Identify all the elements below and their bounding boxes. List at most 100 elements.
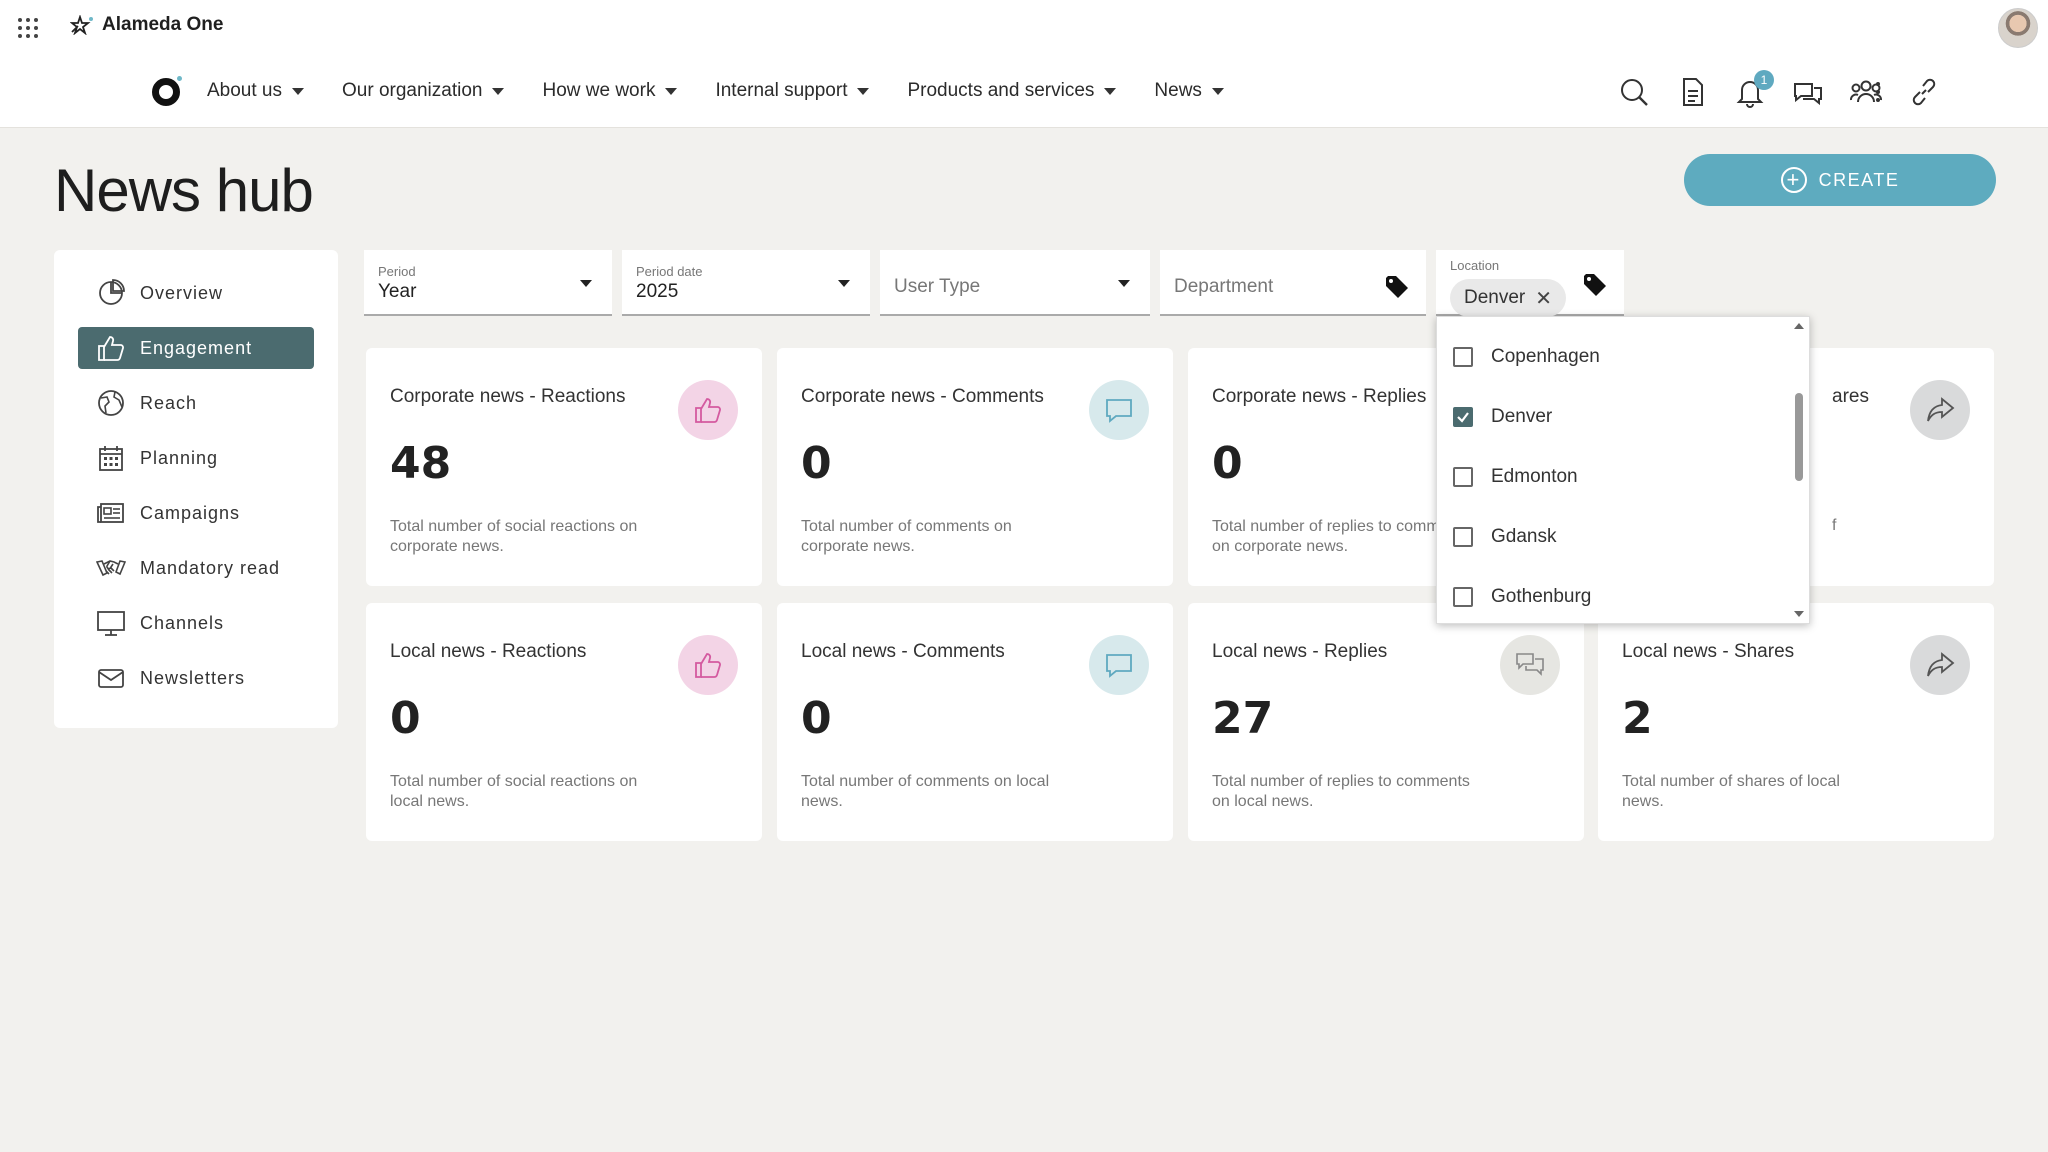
period-date-select[interactable]: Period date 2025 — [622, 250, 870, 316]
user-type-select[interactable]: User Type — [880, 250, 1150, 316]
nav-item-our-organization[interactable]: Our organization — [342, 80, 505, 102]
sidebar-item-channels[interactable]: Channels — [78, 602, 314, 644]
replies-icon — [1500, 635, 1560, 695]
pie-chart-icon — [99, 279, 125, 305]
location-option-gothenburg[interactable]: Gothenburg — [1437, 567, 1787, 627]
envelope-icon — [98, 669, 124, 688]
card-value: 0 — [801, 693, 832, 744]
option-label: Gothenburg — [1491, 586, 1592, 607]
card-description: Total number of social reactions on loca… — [390, 773, 638, 810]
user-avatar[interactable] — [1998, 8, 2038, 48]
nav-item-how-we-work[interactable]: How we work — [542, 80, 678, 102]
remove-chip-icon[interactable]: ✕ — [1535, 286, 1552, 311]
caret-down-icon — [857, 87, 870, 95]
nav-item-products-and-services[interactable]: Products and services — [907, 80, 1117, 102]
location-option-denver[interactable]: Denver — [1437, 387, 1787, 447]
card-description: Total number of replies to comments on c… — [1212, 518, 1470, 555]
thumbs-up-icon — [678, 635, 738, 695]
sidebar-item-label: Channels — [140, 612, 225, 633]
card-corporate-reactions[interactable]: Corporate news - Reactions 48 Total numb… — [366, 348, 762, 586]
location-select[interactable]: Location Denver ✕ — [1436, 250, 1624, 317]
sidebar: Overview Engagement Reach Planning Campa… — [54, 250, 338, 728]
nav-item-about-us[interactable]: About us — [207, 80, 304, 102]
sidebar-item-label: Overview — [140, 282, 224, 303]
option-label: Gdansk — [1491, 526, 1557, 547]
location-chip: Denver ✕ — [1450, 279, 1567, 317]
handshake-icon — [96, 560, 126, 577]
nav-item-label: How we work — [542, 80, 656, 101]
nav-item-internal-support[interactable]: Internal support — [715, 80, 870, 102]
period-select[interactable]: Period Year — [364, 250, 612, 316]
dropdown-scrollbar[interactable] — [1789, 317, 1809, 623]
location-label: Location — [1450, 258, 1500, 273]
thumbs-up-icon — [678, 380, 738, 440]
document-icon[interactable] — [1676, 76, 1708, 108]
location-option-copenhagen[interactable]: Copenhagen — [1437, 327, 1787, 387]
checkbox[interactable] — [1453, 467, 1473, 487]
app-launcher-icon[interactable] — [18, 18, 38, 38]
sidebar-item-label: Newsletters — [140, 667, 246, 688]
card-value: 27 — [1212, 693, 1274, 744]
option-label: Edmonton — [1491, 466, 1578, 487]
period-label: Period — [378, 264, 416, 279]
caret-down-icon — [292, 87, 304, 95]
department-select[interactable]: Department — [1160, 250, 1426, 316]
card-local-replies[interactable]: Local news - Replies 27 Total number of … — [1188, 603, 1584, 841]
card-value: 0 — [390, 693, 421, 744]
create-button-label: CREATE — [1818, 169, 1900, 190]
monitor-icon — [97, 611, 125, 636]
sidebar-item-mandatory-read[interactable]: Mandatory read — [78, 547, 314, 589]
checkbox[interactable] — [1453, 347, 1473, 367]
card-local-reactions[interactable]: Local news - Reactions 0 Total number of… — [366, 603, 762, 841]
location-dropdown: Copenhagen Denver Edmonton Gdansk Gothen… — [1436, 316, 1810, 624]
brand-name: Alameda One — [102, 14, 224, 35]
sidebar-item-reach[interactable]: Reach — [78, 382, 314, 424]
scrollbar-thumb[interactable] — [1795, 393, 1803, 481]
comment-icon — [1089, 635, 1149, 695]
more-options-icon[interactable] — [1874, 82, 1882, 102]
card-description: Total number of comments on local news. — [801, 773, 1050, 810]
create-button[interactable]: + CREATE — [1684, 154, 1996, 206]
home-logo-icon[interactable] — [152, 76, 182, 106]
sidebar-item-overview[interactable]: Overview — [78, 272, 314, 314]
period-value: Year — [378, 281, 417, 302]
caret-down-icon — [665, 87, 678, 95]
location-option-edmonton[interactable]: Edmonton — [1437, 447, 1787, 507]
card-local-comments[interactable]: Local news - Comments 0 Total number of … — [777, 603, 1173, 841]
caret-down-icon — [580, 280, 592, 287]
location-chip-label: Denver — [1464, 287, 1526, 308]
sidebar-item-engagement[interactable]: Engagement — [78, 327, 314, 369]
nav-item-label: News — [1154, 80, 1202, 101]
sidebar-item-campaigns[interactable]: Campaigns — [78, 492, 314, 534]
bell-icon[interactable]: 1 — [1734, 70, 1774, 108]
search-icon[interactable] — [1618, 76, 1650, 108]
option-label: Denver — [1491, 406, 1553, 427]
card-value: 0 — [801, 438, 832, 489]
sidebar-item-newsletters[interactable]: Newsletters — [78, 657, 314, 699]
scroll-down-icon[interactable] — [1794, 611, 1804, 617]
checkbox[interactable] — [1453, 527, 1473, 547]
location-option-gdansk[interactable]: Gdansk — [1437, 507, 1787, 567]
caret-down-icon — [838, 280, 850, 287]
period-date-value: 2025 — [636, 281, 679, 302]
nav-item-label: About us — [207, 80, 282, 101]
scroll-up-icon[interactable] — [1794, 323, 1804, 329]
user-type-placeholder: User Type — [894, 276, 981, 297]
plus-circle-icon: + — [1780, 167, 1807, 193]
card-local-shares[interactable]: Local news - Shares 2 Total number of sh… — [1598, 603, 1994, 841]
link-icon[interactable] — [1908, 76, 1940, 108]
checkmark-icon — [1457, 412, 1469, 423]
card-value: 2 — [1622, 693, 1653, 744]
brand[interactable]: Alameda One — [70, 14, 223, 36]
notification-badge: 1 — [1754, 70, 1774, 90]
sidebar-item-planning[interactable]: Planning — [78, 437, 314, 479]
main-nav: About us Our organization How we work In… — [0, 56, 2048, 128]
checkbox[interactable] — [1453, 587, 1473, 607]
checkbox-checked[interactable] — [1453, 407, 1473, 427]
brand-star-icon — [70, 15, 93, 35]
card-corporate-comments[interactable]: Corporate news - Comments 0 Total number… — [777, 348, 1173, 586]
sidebar-item-label: Planning — [140, 447, 219, 468]
nav-item-news[interactable]: News — [1154, 80, 1224, 102]
chat-icon[interactable] — [1792, 76, 1824, 108]
calendar-icon — [99, 446, 123, 471]
